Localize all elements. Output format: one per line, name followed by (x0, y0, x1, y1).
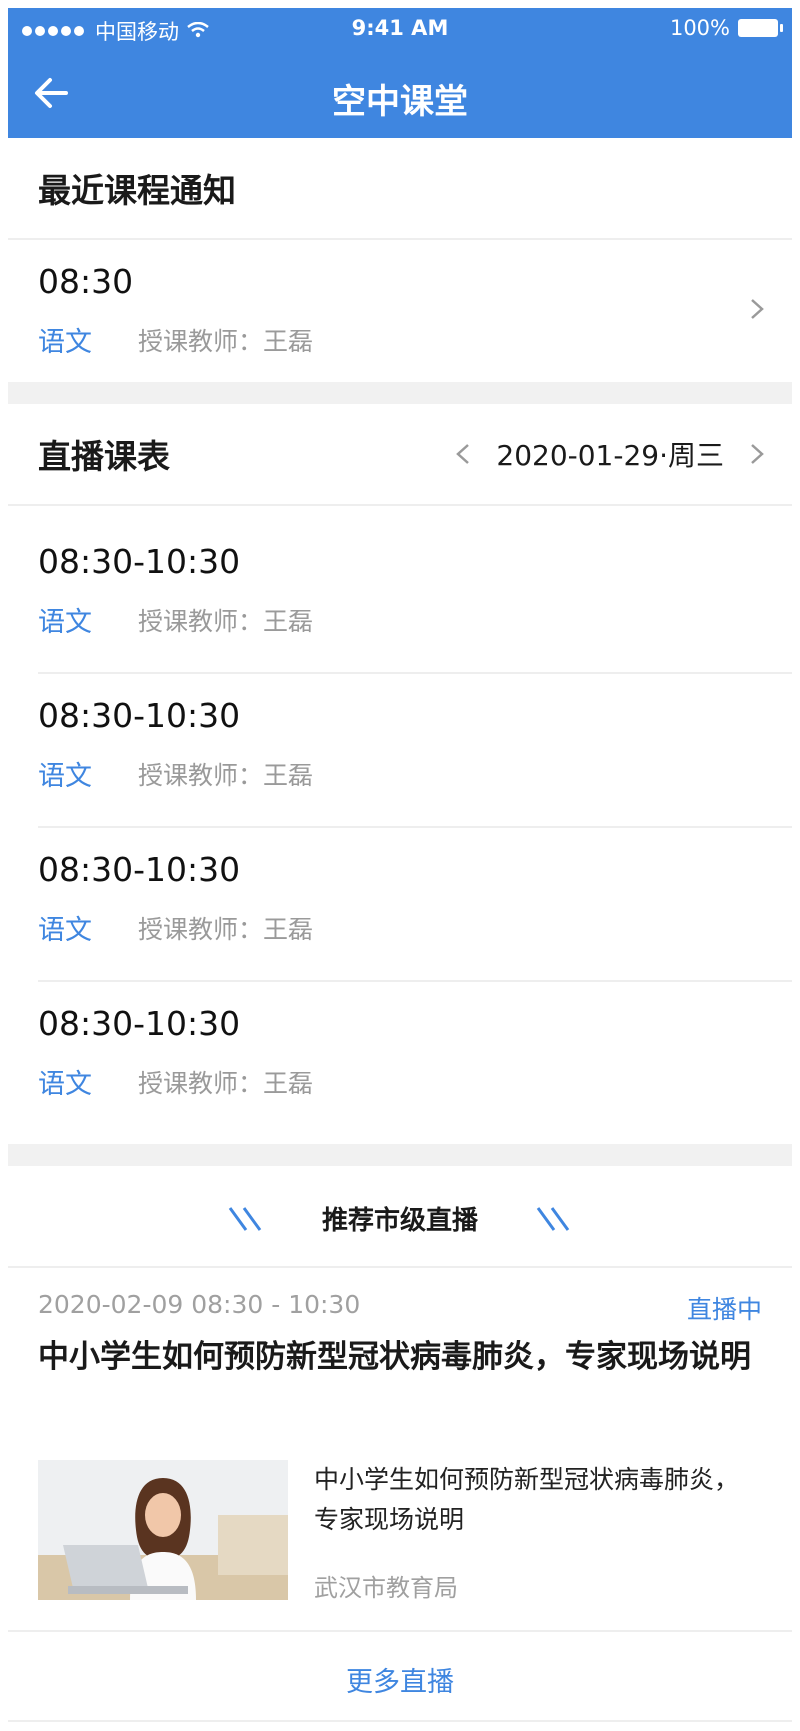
course-subject: 语文 (38, 915, 92, 946)
header: 中国移动 9:41 AM 100% 空中课堂 (8, 8, 792, 138)
course-teacher: 授课教师：王磊 (138, 915, 314, 944)
schedule-item[interactable]: 08:30-10:30 语文 授课教师：王磊 (8, 982, 792, 1122)
live-title: 中小学生如何预防新型冠状病毒肺炎，专家现场说明 (38, 1339, 751, 1375)
course-time: 08:30-10:30 (38, 696, 241, 735)
decoration-slash-icon (536, 1207, 570, 1231)
course-teacher: 授课教师：王磊 (138, 1069, 314, 1098)
course-teacher: 授课教师：王磊 (138, 607, 314, 636)
battery-icon (738, 19, 783, 37)
divider (8, 1720, 792, 1722)
live-thumbnail (38, 1460, 288, 1600)
recent-course-item[interactable]: 08:30 语文 授课教师：王磊 (8, 240, 792, 380)
divider (8, 1266, 792, 1268)
divider (8, 504, 792, 506)
status-right: 100% (669, 16, 783, 40)
schedule-section-title: 直播课表 (38, 437, 170, 476)
schedule-date: 2020-01-29·周三 (496, 439, 724, 472)
schedule-section-header: 直播课表 2020-01-29·周三 (8, 404, 792, 504)
schedule-item[interactable]: 08:30-10:30 语文 授课教师：王磊 (8, 520, 792, 660)
course-teacher: 授课教师：王磊 (138, 327, 314, 356)
schedule-item[interactable]: 08:30-10:30 语文 授课教师：王磊 (8, 828, 792, 968)
recent-section-title: 最近课程通知 (38, 171, 236, 210)
course-subject: 语文 (38, 327, 92, 358)
battery-percent: 100% (669, 16, 730, 40)
date-navigator: 2020-01-29·周三 (452, 434, 768, 474)
recent-section-header: 最近课程通知 (8, 138, 792, 238)
course-time: 08:30 (38, 262, 134, 301)
recommend-header: 推荐市级直播 (8, 1166, 792, 1266)
prev-date-button[interactable] (452, 443, 474, 465)
teacher-photo-image (38, 1460, 288, 1600)
live-card-title: 中小学生如何预防新型冠状病毒肺炎，专家现场说明 (314, 1465, 740, 1534)
section-gap (8, 382, 792, 404)
live-source: 武汉市教育局 (314, 1574, 458, 1602)
chevron-right-icon (751, 299, 764, 319)
divider (8, 1630, 792, 1632)
more-live-button[interactable]: 更多直播 (8, 1660, 792, 1699)
recommend-title: 推荐市级直播 (321, 1206, 478, 1236)
course-subject: 语文 (38, 761, 92, 792)
status-bar: 中国移动 9:41 AM 100% (8, 8, 792, 48)
course-time: 08:30-10:30 (38, 542, 241, 581)
app-screen: 中国移动 9:41 AM 100% 空中课堂 最近课程通知 08:30 语文 授… (8, 8, 792, 1723)
nav-bar: 空中课堂 (8, 48, 792, 138)
course-time: 08:30-10:30 (38, 1004, 241, 1043)
course-subject: 语文 (38, 1069, 92, 1100)
next-date-button[interactable] (746, 443, 768, 465)
course-subject: 语文 (38, 607, 92, 638)
schedule-item[interactable]: 08:30-10:30 语文 授课教师：王磊 (8, 674, 792, 814)
live-status-badge: 直播中 (686, 1295, 762, 1324)
course-time: 08:30-10:30 (38, 850, 241, 889)
page-title: 空中课堂 (332, 82, 468, 122)
section-gap (8, 1144, 792, 1166)
live-datetime: 2020-02-09 08:30 - 10:30 (38, 1290, 361, 1319)
course-teacher: 授课教师：王磊 (138, 761, 314, 790)
